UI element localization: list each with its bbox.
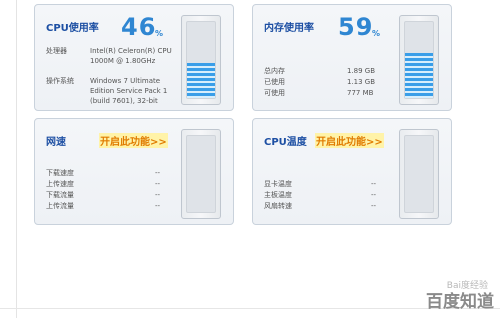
cpu-temperature-panel: CPU温度 开启此功能>> 显卡温度 -- 主板温度 -- 风扇转速 --: [252, 118, 452, 225]
temperature-row-label: 风扇转速: [264, 202, 292, 210]
network-row-label: 下载速度: [46, 169, 74, 177]
processor-value: Intel(R) Celeron(R) CPU 1000M @ 1.80GHz: [90, 47, 172, 65]
os-value: Windows 7 Ultimate Edition Service Pack …: [90, 77, 168, 105]
network-row-label: 上传速度: [46, 180, 74, 188]
temperature-row-label: 主板温度: [264, 191, 292, 199]
memory-row-label: 总内存: [264, 67, 285, 75]
enable-temperature-feature-link[interactable]: 开启此功能>>: [315, 133, 384, 148]
network-row-value: --: [155, 180, 161, 188]
memory-usage-panel: 内存使用率 59 % 总内存 1.89 GB 已使用 1.13 GB 可使用 7…: [252, 4, 452, 111]
bottom-divider: [0, 308, 500, 309]
cpu-meter-track: [186, 21, 216, 99]
temperature-row-label: 显卡温度: [264, 180, 292, 188]
memory-row-value: 1.89 GB: [347, 67, 376, 75]
temperature-meter: [399, 129, 439, 219]
cpu-usage-percent: 46: [121, 13, 157, 41]
memory-row-label: 可使用: [264, 89, 285, 97]
memory-percent-sign: %: [372, 29, 381, 38]
memory-usage-meter: [399, 15, 439, 105]
memory-row-label: 已使用: [264, 78, 285, 86]
cpu-meter-fill: [187, 63, 215, 98]
temperature-row-value: --: [371, 202, 377, 210]
network-meter: [181, 129, 221, 219]
os-label: 操作系统: [46, 77, 74, 85]
network-row-value: --: [155, 169, 161, 177]
left-divider: [16, 0, 17, 318]
cpu-usage-title: CPU使用率: [46, 23, 99, 34]
memory-usage-percent: 59: [338, 13, 374, 41]
temperature-row-value: --: [371, 180, 377, 188]
temperature-meter-track: [404, 135, 434, 213]
enable-network-feature-link[interactable]: 开启此功能>>: [99, 133, 168, 148]
memory-row-value: 1.13 GB: [347, 78, 376, 86]
memory-usage-title: 内存使用率: [264, 23, 314, 34]
network-row-value: --: [155, 191, 161, 199]
cpu-usage-panel: CPU使用率 46 % 处理器 Intel(R) Celeron(R) CPU …: [34, 4, 234, 111]
network-speed-panel: 网速 开启此功能>> 下载速度 -- 上传速度 -- 下载流量 -- 上传流量 …: [34, 118, 234, 225]
cpu-temperature-title: CPU温度: [264, 137, 307, 148]
network-row-label: 下载流量: [46, 191, 74, 199]
cpu-usage-meter: [181, 15, 221, 105]
memory-meter-fill: [405, 53, 433, 98]
network-row-value: --: [155, 202, 161, 210]
temperature-row-value: --: [371, 191, 377, 199]
memory-row-value: 777 MB: [347, 89, 374, 97]
cpu-percent-sign: %: [155, 29, 164, 38]
network-speed-title: 网速: [46, 137, 66, 148]
network-meter-track: [186, 135, 216, 213]
network-row-label: 上传流量: [46, 202, 74, 210]
memory-meter-track: [404, 21, 434, 99]
processor-label: 处理器: [46, 47, 67, 55]
baidu-zhidao-watermark: 百度知道: [426, 292, 494, 312]
